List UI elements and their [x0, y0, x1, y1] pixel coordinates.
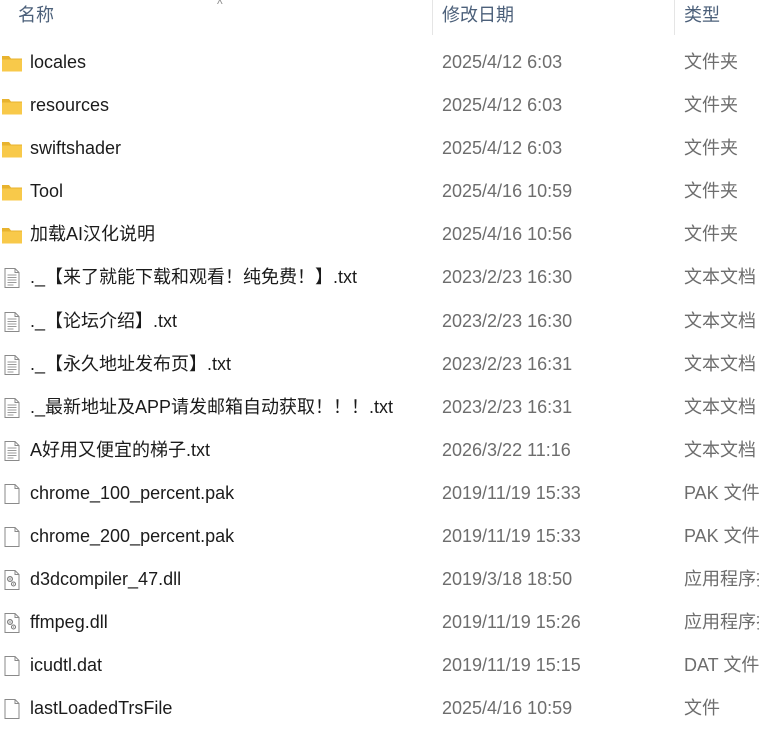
- file-modified-date: 2023/2/23 16:30: [442, 267, 573, 288]
- file-type: 应用程序扩展: [684, 569, 759, 590]
- column-divider[interactable]: [674, 0, 675, 35]
- file-name: ._【论坛介绍】.txt: [30, 310, 178, 331]
- text-file-icon: [1, 267, 23, 289]
- file-type: 文件夹: [684, 224, 738, 245]
- file-modified-date: 2019/11/19 15:33: [442, 482, 581, 503]
- folder-icon: [1, 224, 23, 246]
- file-name: d3dcompiler_47.dll: [30, 569, 182, 590]
- file-name: ._【来了就能下载和观看！纯免费！】.txt: [30, 267, 358, 288]
- file-modified-date: 2019/3/18 18:50: [442, 569, 573, 590]
- file-modified-date: 2019/11/19 15:15: [442, 655, 581, 676]
- file-type: DAT 文件: [684, 655, 759, 676]
- file-type: 文件: [684, 698, 720, 719]
- file-rows: locales 2025/4/12 6:03 文件夹 resources 2025/4/…: [0, 41, 759, 731]
- file-type: 文件夹: [684, 95, 738, 116]
- column-header-bar: ^ 名称 修改日期 类型: [0, 0, 759, 35]
- column-divider[interactable]: [432, 0, 433, 35]
- file-row[interactable]: lastLoadedTrsFile 2025/4/16 10:59 文件: [0, 687, 759, 730]
- file-type: 文件夹: [684, 138, 738, 159]
- file-type: PAK 文件: [684, 526, 759, 547]
- file-name: Tool: [30, 181, 64, 202]
- file-type: 文件夹: [684, 52, 738, 72]
- file-modified-date: 2025/4/12 6:03: [442, 52, 563, 72]
- file-type: 文本文档: [684, 353, 756, 374]
- column-header-date[interactable]: 修改日期: [442, 0, 514, 35]
- file-row[interactable]: locales 2025/4/12 6:03 文件夹: [0, 41, 759, 84]
- column-header-name[interactable]: 名称: [18, 0, 54, 35]
- file-modified-date: 2026/3/22 11:16: [442, 439, 571, 460]
- sort-indicator-icon: ^: [217, 0, 223, 11]
- column-header-type[interactable]: 类型: [684, 0, 720, 35]
- blank-file-icon: [1, 698, 23, 720]
- file-list-pane: ^ 名称 修改日期 类型 locales 2025/4/12 6:03 文件夹 res…: [0, 0, 759, 738]
- file-row[interactable]: ffmpeg.dll 2019/11/19 15:26 应用程序扩展: [0, 601, 759, 644]
- file-row[interactable]: ._【论坛介绍】.txt 2023/2/23 16:30 文本文档: [0, 300, 759, 343]
- file-type: 文件夹: [684, 181, 738, 202]
- file-name: resources: [30, 95, 110, 116]
- file-name: swiftshader: [30, 138, 122, 159]
- file-name: icudtl.dat: [30, 655, 103, 676]
- file-name: chrome_200_percent.pak: [30, 526, 235, 547]
- blank-file-icon: [1, 526, 23, 548]
- file-modified-date: 2023/2/23 16:30: [442, 310, 573, 331]
- file-row[interactable]: swiftshader 2025/4/12 6:03 文件夹: [0, 127, 759, 170]
- file-type: 文本文档: [684, 310, 756, 331]
- file-row[interactable]: Tool 2025/4/16 10:59 文件夹: [0, 170, 759, 213]
- file-name: chrome_100_percent.pak: [30, 482, 235, 503]
- file-type: 文本文档: [684, 439, 756, 460]
- file-row[interactable]: ._【来了就能下载和观看！纯免费！】.txt 2023/2/23 16:30 文本文…: [0, 256, 759, 299]
- blank-file-icon: [1, 655, 23, 677]
- file-row[interactable]: d3dcompiler_47.dll 2019/3/18 18:50 应用程序扩展: [0, 558, 759, 601]
- file-modified-date: 2025/4/12 6:03: [442, 95, 563, 116]
- folder-icon: [1, 95, 23, 117]
- file-row[interactable]: 加载AI汉化说明 2025/4/16 10:56 文件夹: [0, 213, 759, 256]
- file-type: PAK 文件: [684, 482, 759, 503]
- text-file-icon: [1, 354, 23, 376]
- file-row[interactable]: ._【永久地址发布页】.txt 2023/2/23 16:31 文本文档: [0, 343, 759, 386]
- dll-file-icon: [1, 612, 23, 634]
- file-name: 加载AI汉化说明: [30, 224, 156, 245]
- file-row[interactable]: chrome_100_percent.pak 2019/11/19 15:33 PA…: [0, 472, 759, 515]
- file-name: ._最新地址及APP请发邮箱自动获取！！！.txt: [30, 396, 394, 417]
- file-type: 文本文档: [684, 267, 756, 288]
- file-modified-date: 2019/11/19 15:26: [442, 612, 581, 633]
- file-modified-date: 2023/2/23 16:31: [442, 396, 573, 417]
- file-modified-date: 2025/4/16 10:59: [442, 181, 573, 202]
- text-file-icon: [1, 311, 23, 333]
- file-modified-date: 2025/4/16 10:56: [442, 224, 573, 245]
- folder-icon: [1, 52, 23, 74]
- dll-file-icon: [1, 569, 23, 591]
- folder-icon: [1, 181, 23, 203]
- file-row[interactable]: A好用又便宜的梯子.txt 2026/3/22 11:16 文本文档: [0, 429, 759, 472]
- file-row[interactable]: ._最新地址及APP请发邮箱自动获取！！！.txt 2023/2/23 16:31…: [0, 386, 759, 429]
- file-row[interactable]: chrome_200_percent.pak 2019/11/19 15:33 PA…: [0, 515, 759, 558]
- folder-icon: [1, 138, 23, 160]
- file-name: locales: [30, 52, 87, 72]
- file-type: 文本文档: [684, 396, 756, 417]
- file-modified-date: 2025/4/12 6:03: [442, 138, 563, 159]
- file-name: ffmpeg.dll: [30, 612, 108, 633]
- file-row[interactable]: resources 2025/4/12 6:03 文件夹: [0, 84, 759, 127]
- file-name: ._【永久地址发布页】.txt: [30, 353, 232, 374]
- file-modified-date: 2025/4/16 10:59: [442, 698, 573, 719]
- text-file-icon: [1, 397, 23, 419]
- text-file-icon: [1, 440, 23, 462]
- file-row[interactable]: icudtl.dat 2019/11/19 15:15 DAT 文件: [0, 644, 759, 687]
- file-name: lastLoadedTrsFile: [30, 698, 173, 719]
- blank-file-icon: [1, 483, 23, 505]
- file-modified-date: 2019/11/19 15:33: [442, 526, 581, 547]
- file-modified-date: 2023/2/23 16:31: [442, 353, 573, 374]
- file-name: A好用又便宜的梯子.txt: [30, 439, 211, 460]
- file-type: 应用程序扩展: [684, 612, 759, 633]
